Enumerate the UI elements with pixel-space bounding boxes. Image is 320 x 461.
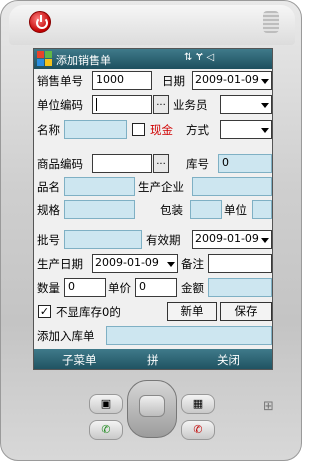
end-call-icon[interactable]: ✆: [181, 420, 215, 440]
unit-label: 单位: [224, 203, 247, 217]
remark-label: 备注: [181, 257, 204, 271]
production-date-label: 生产日期: [37, 257, 83, 271]
amount-field: [208, 278, 272, 297]
calendar-icon[interactable]: ▦: [181, 394, 215, 414]
product-name-field: [64, 177, 135, 196]
product-code-label: 商品编码: [37, 157, 83, 171]
signal-icon: ⇅: [184, 52, 197, 63]
quantity-input[interactable]: 0: [64, 278, 106, 297]
title-bar: 添加销售单 ⇅Ɏ◁: [34, 49, 272, 69]
no-signal-icon: Ɏ: [196, 52, 207, 63]
package-label: 包装: [160, 203, 183, 217]
close-softkey[interactable]: 关闭: [217, 352, 240, 368]
manufacturer-field: [192, 177, 272, 196]
call-icon[interactable]: ✆: [89, 420, 123, 440]
batch-field: [64, 230, 142, 249]
package-field: [190, 200, 222, 219]
status-icons[interactable]: ⇅Ɏ◁: [184, 52, 218, 63]
cash-label: 现金: [150, 123, 173, 137]
date-picker[interactable]: 2009-01-09: [192, 71, 272, 90]
chevron-down-icon: [261, 238, 269, 243]
sales-no-label: 销售单号: [37, 74, 83, 88]
contacts-icon[interactable]: ▣: [89, 394, 123, 414]
input-method-icon[interactable]: 拼: [147, 352, 159, 368]
spec-label: 规格: [37, 203, 60, 217]
chevron-down-icon: [261, 128, 269, 133]
hardware-keys: ▣ ▦ ✆ ✆: [83, 376, 221, 444]
method-select[interactable]: [220, 120, 272, 139]
add-to-stock-label: 添加入库单: [37, 329, 95, 343]
no-stock-checkbox[interactable]: ✓: [38, 305, 51, 318]
windows-flag-icon[interactable]: ⊞: [263, 399, 274, 414]
manufacturer-label: 生产企业: [138, 180, 184, 194]
batch-label: 批号: [37, 233, 60, 247]
spec-field: [64, 200, 135, 219]
unit-code-input[interactable]: [92, 95, 152, 114]
add-to-stock-field: [106, 326, 272, 345]
sales-no-input[interactable]: 1000: [92, 71, 152, 90]
expiry-label: 有效期: [146, 233, 181, 247]
chevron-down-icon: [261, 79, 269, 84]
device-shell: 添加销售单 ⇅Ɏ◁ 销售单号 1000 日期 2009-01-09 单位编码 .…: [0, 0, 302, 461]
text-cursor: [96, 97, 97, 111]
quantity-label: 数量: [37, 281, 60, 295]
start-menu-icon[interactable]: [37, 51, 53, 67]
stock-no-field: 0: [218, 154, 272, 173]
chevron-down-icon: [167, 262, 175, 267]
device-top-bezel: [9, 5, 295, 45]
salesman-label: 业务员: [173, 98, 208, 112]
date-label: 日期: [162, 74, 185, 88]
no-stock-label: 不显库存0的: [56, 305, 121, 319]
soft-key-bar: 子菜单 拼 关闭: [34, 349, 272, 369]
cash-checkbox[interactable]: [132, 123, 145, 136]
price-label: 单价: [108, 281, 131, 295]
stock-no-label: 库号: [186, 157, 209, 171]
price-input[interactable]: 0: [135, 278, 177, 297]
product-name-label: 品名: [37, 180, 60, 194]
unit-field: [252, 200, 272, 219]
date-value: 2009-01-09: [195, 73, 259, 86]
production-date-picker[interactable]: 2009-01-09: [92, 254, 178, 273]
salesman-select[interactable]: [220, 95, 272, 114]
speaker-grille: [263, 11, 279, 33]
name-label: 名称: [37, 123, 60, 137]
product-code-input[interactable]: [92, 154, 152, 173]
expiry-date-picker[interactable]: 2009-01-09: [192, 230, 272, 249]
unit-code-browse-button[interactable]: ...: [153, 95, 169, 114]
device-screen: 添加销售单 ⇅Ɏ◁ 销售单号 1000 日期 2009-01-09 单位编码 .…: [33, 48, 273, 370]
production-date-value: 2009-01-09: [95, 256, 159, 269]
new-order-button[interactable]: 新单: [167, 302, 217, 321]
method-label: 方式: [186, 123, 209, 137]
sales-order-form: 销售单号 1000 日期 2009-01-09 单位编码 ... 业务员 名称 …: [34, 69, 272, 349]
submenu-softkey[interactable]: 子菜单: [62, 352, 97, 368]
power-button[interactable]: [29, 11, 51, 33]
window-title: 添加销售单: [56, 54, 111, 67]
product-code-browse-button[interactable]: ...: [153, 154, 169, 173]
chevron-down-icon: [261, 103, 269, 108]
name-field: [64, 120, 127, 139]
volume-icon: ◁: [206, 52, 219, 63]
unit-code-label: 单位编码: [37, 98, 83, 112]
remark-input[interactable]: [208, 254, 272, 273]
amount-label: 金额: [181, 281, 204, 295]
save-button[interactable]: 保存: [220, 302, 272, 321]
dpad-center-button[interactable]: [139, 395, 165, 417]
expiry-value: 2009-01-09: [195, 232, 259, 245]
